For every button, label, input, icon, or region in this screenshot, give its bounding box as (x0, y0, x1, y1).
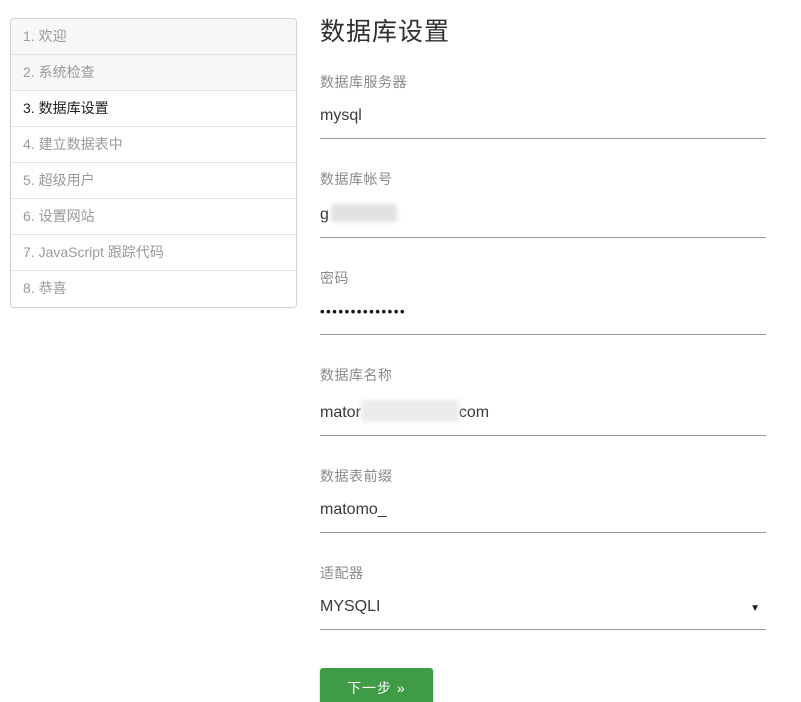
db-password-masked-value: •••••••••••••• (320, 304, 406, 319)
field-db-login: 数据库帐号 g (320, 169, 766, 238)
field-db-server: 数据库服务器 mysql (320, 72, 766, 139)
sidebar-item-setup-website: 6. 设置网站 (11, 199, 296, 235)
sidebar-item-create-tables: 4. 建立数据表中 (11, 127, 296, 163)
chevron-down-icon: ▼ (750, 603, 760, 614)
sidebar-item-database-setup[interactable]: 3. 数据库设置 (11, 91, 296, 127)
sidebar-item-congratulations: 8. 恭喜 (11, 271, 296, 307)
redacted-text (331, 204, 397, 222)
db-password-input[interactable]: •••••••••••••• (320, 303, 766, 335)
redacted-text (361, 400, 459, 422)
db-server-value: mysql (320, 107, 362, 124)
table-prefix-value: matomo_ (320, 501, 387, 518)
db-login-label: 数据库帐号 (320, 169, 766, 189)
adapter-selected-value: MYSQLI (320, 598, 380, 615)
adapter-select[interactable]: MYSQLI ▼ (320, 598, 766, 630)
db-password-label: 密码 (320, 268, 766, 288)
db-server-label: 数据库服务器 (320, 72, 766, 92)
field-db-name: 数据库名称 mator com (320, 365, 766, 436)
table-prefix-input[interactable]: matomo_ (320, 501, 766, 533)
field-adapter: 适配器 MYSQLI ▼ (320, 563, 766, 630)
db-name-value-prefix: mator (320, 404, 361, 421)
db-name-label: 数据库名称 (320, 365, 766, 385)
db-login-value: g (320, 206, 329, 223)
field-table-prefix: 数据表前缀 matomo_ (320, 466, 766, 533)
sidebar-item-js-tracking: 7. JavaScript 跟踪代码 (11, 235, 296, 271)
field-db-password: 密码 •••••••••••••• (320, 268, 766, 335)
db-name-input[interactable]: mator com (320, 400, 766, 436)
sidebar-item-welcome[interactable]: 1. 欢迎 (11, 19, 296, 55)
db-login-input[interactable]: g (320, 204, 766, 238)
db-server-input[interactable]: mysql (320, 107, 766, 139)
sidebar-item-super-user: 5. 超级用户 (11, 163, 296, 199)
database-setup-form: 数据库设置 数据库服务器 mysql 数据库帐号 g 密码 ••••••••••… (320, 12, 766, 702)
next-step-button[interactable]: 下一步 » (320, 668, 433, 702)
table-prefix-label: 数据表前缀 (320, 466, 766, 486)
sidebar-item-system-check[interactable]: 2. 系统检查 (11, 55, 296, 91)
page-title: 数据库设置 (320, 12, 766, 48)
db-name-value-suffix: com (459, 404, 489, 421)
adapter-label: 适配器 (320, 563, 766, 583)
installer-steps-sidebar: 1. 欢迎 2. 系统检查 3. 数据库设置 4. 建立数据表中 5. 超级用户… (10, 18, 297, 308)
